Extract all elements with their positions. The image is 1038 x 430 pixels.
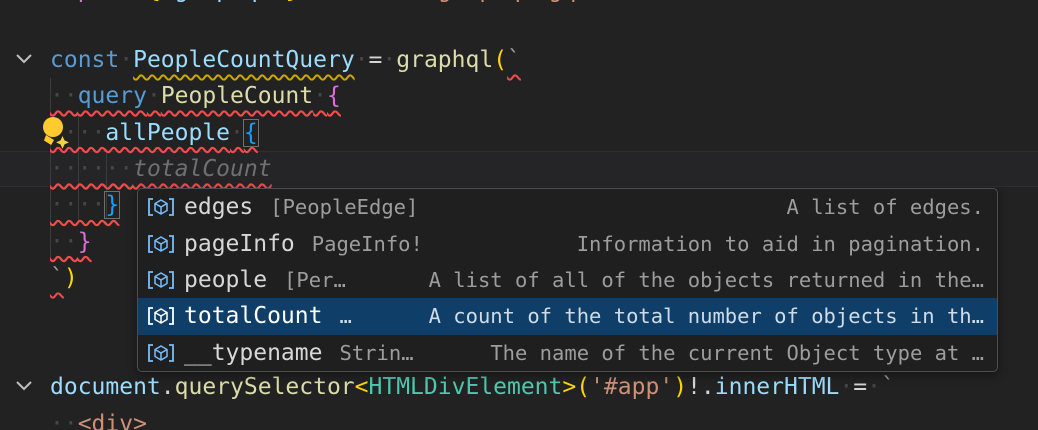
code-token: HTMLDivElement (369, 374, 563, 400)
code-token: · (299, 0, 313, 3)
code-token: !. (687, 374, 715, 400)
code-token: ( (576, 374, 590, 400)
code-token: = (853, 374, 867, 400)
suggestion-description: The name of the current Object type at … (490, 341, 984, 365)
suggestion-label: __typename (184, 340, 322, 366)
lightbulb-sparkle-icon[interactable] (39, 115, 73, 155)
code-token: } (78, 229, 92, 255)
code-line[interactable]: ··query·PeopleCount·{ (50, 78, 895, 114)
code-line[interactable] (50, 5, 895, 41)
suggestion-description: A list of all of the objects returned in… (429, 268, 984, 292)
code-token: query (78, 83, 147, 109)
code-token: graphql (175, 0, 272, 3)
code-token: · (230, 120, 244, 146)
code-token: document (50, 374, 161, 400)
code-token: ····} (50, 192, 119, 218)
code-line[interactable]: document.querySelector<HTMLDivElement>('… (50, 369, 895, 405)
code-token: const (50, 47, 119, 73)
code-token: · (147, 83, 161, 109)
code-line[interactable]: ··<div> (50, 406, 895, 430)
code-token: · (161, 0, 175, 3)
code-token: ·· (50, 83, 78, 109)
code-token: { (147, 0, 161, 3)
code-token: ) (64, 265, 78, 291)
code-token: > (562, 374, 576, 400)
code-token: · (355, 47, 369, 73)
code-token: querySelector (175, 374, 355, 400)
code-token: ) (673, 374, 687, 400)
code-token: ( (493, 47, 507, 73)
code-token: ···· (50, 192, 105, 218)
code-token: = (369, 47, 383, 73)
code-line[interactable]: ····allPeople·{ (50, 115, 895, 151)
suggestion-label: pageInfo (184, 231, 295, 257)
code-token: · (313, 83, 327, 109)
suggestion-item-typename[interactable]: __typename Strin… The name of the curren… (138, 335, 997, 371)
code-token: ··query·PeopleCount·{ (50, 83, 341, 109)
suggestion-description: A list of edges. (787, 195, 984, 219)
code-line-ghost-text[interactable]: ······totalCount (50, 151, 895, 187)
code-token: ` (507, 47, 521, 73)
code-token: { (244, 120, 258, 146)
code-token: PeopleCount (161, 83, 313, 109)
symbol-field-icon (146, 233, 176, 255)
code-token: · (272, 0, 286, 3)
code-token: ` (50, 265, 64, 291)
suggestion-item-pageinfo[interactable]: pageInfo PageInfo! Information to aid in… (138, 225, 997, 261)
code-token: . (161, 374, 175, 400)
code-token: graphql (396, 47, 493, 73)
code-token: · (839, 374, 853, 400)
code-token: '#app' (590, 374, 673, 400)
code-token: · (867, 374, 881, 400)
suggestion-label: edges (184, 194, 253, 220)
code-token: < (355, 374, 369, 400)
suggestion-detail: Strin… (339, 341, 413, 365)
suggestion-description: Information to aid in pagination. (577, 232, 984, 256)
code-token: PeopleCountQuery (133, 47, 355, 73)
code-line[interactable]: const·PeopleCountQuery·=·graphql(` (50, 42, 895, 78)
code-token: } (285, 0, 299, 3)
suggestion-description: A count of the total number of objects i… (429, 304, 984, 328)
code-token: { (327, 83, 341, 109)
suggestion-detail: [Per… (284, 268, 346, 292)
code-token: allPeople (105, 120, 230, 146)
code-token: ` (881, 374, 895, 400)
symbol-field-icon (146, 196, 176, 218)
code-token: · (369, 0, 383, 3)
code-token: · (382, 47, 396, 73)
symbol-field-icon (146, 342, 176, 364)
suggestion-detail: PageInfo! (312, 232, 423, 256)
code-token: ·· (50, 229, 78, 255)
fold-chevron-down-icon[interactable] (13, 378, 35, 398)
code-token: · (133, 0, 147, 3)
code-token: from (313, 0, 368, 3)
symbol-field-icon (146, 305, 176, 327)
code-editor[interactable]: import·{·graphql·}·from·'../graphql/gql'… (0, 0, 1038, 430)
code-token: ··} (50, 229, 92, 255)
suggestion-item-edges[interactable]: edges [PeopleEdge] A list of edges. (138, 189, 997, 225)
suggest-widget: edges [PeopleEdge] A list of edges. page… (137, 188, 998, 372)
suggestion-item-people[interactable]: people [Per… A list of all of the object… (138, 262, 997, 298)
code-token: ····allPeople·{ (50, 120, 258, 146)
suggestion-label: totalCount (184, 303, 322, 329)
fold-chevron-down-icon[interactable] (13, 51, 35, 71)
code-token: innerHTML (715, 374, 840, 400)
suggestion-detail: [PeopleEdge] (270, 195, 418, 219)
code-token: <div> (78, 411, 147, 430)
code-token: import (50, 0, 133, 3)
code-token: totalCount (133, 156, 271, 182)
suggestion-detail: … (339, 304, 351, 328)
code-token: ·· (50, 411, 78, 430)
code-token: ······ (50, 156, 133, 182)
suggestion-label: people (184, 267, 267, 293)
code-token: ······totalCount (50, 156, 272, 182)
code-token: } (105, 192, 119, 218)
code-token: '../graphql/gql' (382, 0, 604, 3)
suggestion-item-totalcount[interactable]: totalCount … A count of the total number… (138, 298, 997, 334)
code-token: · (119, 47, 133, 73)
symbol-field-icon (146, 269, 176, 291)
